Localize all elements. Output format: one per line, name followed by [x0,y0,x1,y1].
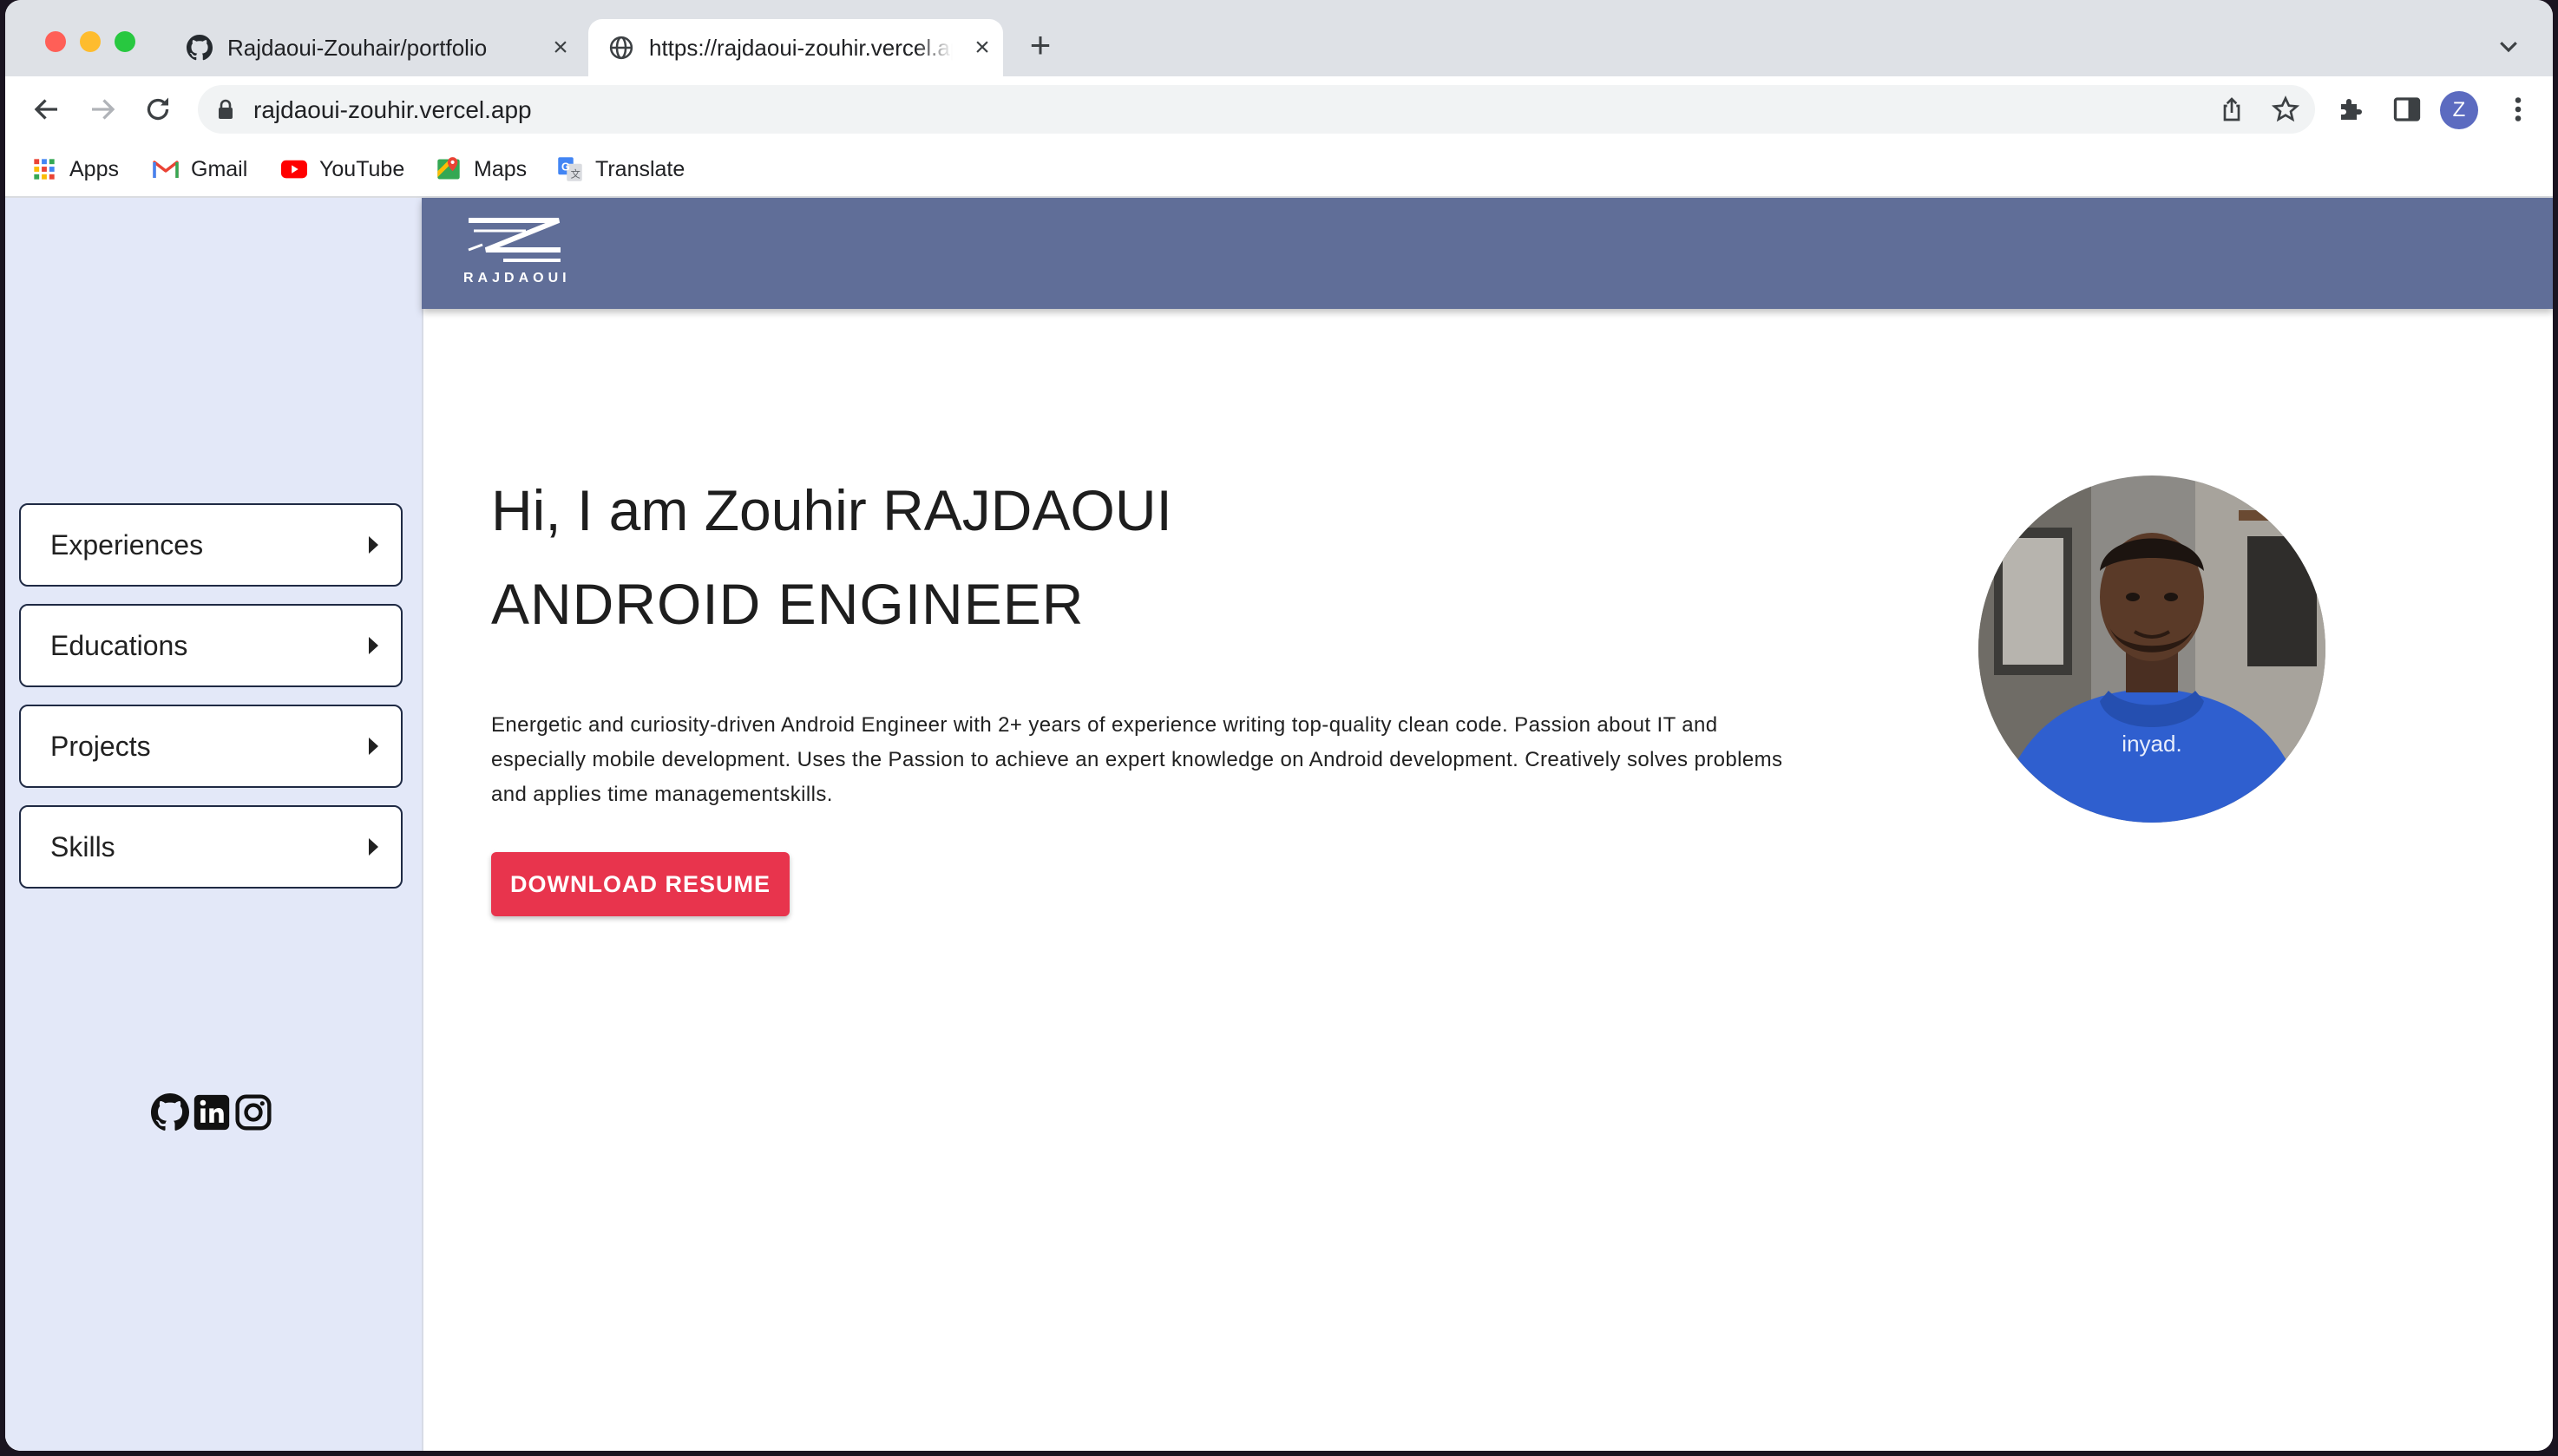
profile-avatar[interactable]: Z [2440,91,2478,129]
tab-github[interactable]: Rajdaoui-Zouhair/portfolio × [186,19,581,76]
github-icon [186,34,213,62]
apps-grid-icon [31,156,57,182]
globe-icon [607,34,635,62]
bookmark-label: Maps [474,156,528,181]
youtube-icon [281,156,307,182]
site-header: RAJDAOUI [422,198,2553,309]
caret-right-icon [369,536,378,554]
download-resume-button[interactable]: DOWNLOAD RESUME [491,852,790,916]
browser-toolbar: rajdaoui-zouhir.vercel.app Z [5,76,2553,142]
sidebar-item-label: Projects [50,731,151,762]
browser-window: Rajdaoui-Zouhair/portfolio × https://raj… [5,0,2553,1451]
tab-title: https://rajdaoui-zouhir.vercel.app [649,34,953,61]
maps-icon [436,156,462,182]
reload-icon[interactable] [142,94,174,125]
url-text[interactable]: rajdaoui-zouhir.vercel.app [253,96,532,124]
profile-photo: inyad. [1978,475,2325,823]
bookmark-gmail[interactable]: Gmail [153,153,247,186]
sidebar-item-experiences[interactable]: Experiences [19,503,403,587]
bookmark-translate[interactable]: G文 Translate [557,153,685,186]
bookmark-youtube[interactable]: YouTube [281,153,404,186]
back-arrow-icon[interactable] [31,94,62,125]
hero-description: Energetic and curiosity-driven Android E… [491,713,1783,806]
svg-text:文: 文 [571,167,580,180]
tab-strip: Rajdaoui-Zouhair/portfolio × https://raj… [5,0,2553,76]
github-icon[interactable] [151,1093,189,1131]
tab-search-chevron-icon[interactable] [2496,33,2522,59]
close-tab-icon[interactable]: × [547,34,574,62]
address-bar[interactable]: rajdaoui-zouhir.vercel.app [198,85,2315,134]
gmail-icon [153,156,179,182]
caret-right-icon [369,838,378,856]
hero-greeting: Hi, I am Zouhir RAJDAOUI [491,478,1172,542]
sidebar-item-label: Experiences [50,529,204,561]
social-links [151,1093,272,1131]
tab-portfolio-active[interactable]: https://rajdaoui-zouhir.vercel.app × [588,19,1003,76]
web-page: Experiences Educations Projects Skills R… [5,198,2553,1451]
logo-mark [468,218,561,262]
bookmark-apps[interactable]: Apps [31,153,119,186]
sidebar-item-skills[interactable]: Skills [19,805,403,889]
close-tab-icon[interactable]: × [968,34,996,62]
site-logo[interactable]: RAJDAOUI [463,217,576,295]
kebab-menu-icon[interactable] [2502,94,2534,125]
instagram-icon[interactable] [234,1093,272,1131]
bookmark-label: Gmail [191,156,248,181]
share-icon[interactable] [2218,95,2246,123]
sidebar-item-label: Educations [50,630,188,661]
sidebar: Experiences Educations Projects Skills [5,198,423,1451]
new-tab-button[interactable]: + [1022,27,1059,64]
linkedin-icon[interactable] [193,1093,231,1131]
minimize-window-button[interactable] [80,31,101,52]
bookmark-maps[interactable]: Maps [436,153,527,186]
bookmark-label: Apps [69,156,119,181]
hero-section: Hi, I am Zouhir RAJDAOUI ANDROID ENGINEE… [422,309,2553,1451]
caret-right-icon [369,637,378,654]
lock-icon[interactable] [217,99,234,120]
close-window-button[interactable] [45,31,66,52]
svg-text:G: G [561,161,570,173]
hoodie-text: inyad. [2122,731,2181,757]
bookmark-star-icon[interactable] [2272,95,2299,123]
forward-arrow-icon[interactable] [87,94,118,125]
logo-text: RAJDAOUI [463,271,571,285]
sidebar-item-projects[interactable]: Projects [19,705,403,788]
bookmarks-bar: Apps Gmail YouTube Maps G文 Translate [5,142,2553,198]
sidebar-item-educations[interactable]: Educations [19,604,403,687]
translate-icon: G文 [557,156,583,182]
bookmark-label: Translate [595,156,685,181]
side-panel-icon[interactable] [2391,94,2423,125]
caret-right-icon [369,738,378,755]
maximize-window-button[interactable] [115,31,135,52]
tab-title: Rajdaoui-Zouhair/portfolio [227,34,488,61]
extensions-puzzle-icon[interactable] [2336,94,2367,125]
sidebar-item-label: Skills [50,831,115,862]
bookmark-label: YouTube [319,156,405,181]
hero-role: ANDROID ENGINEER [491,572,1085,636]
